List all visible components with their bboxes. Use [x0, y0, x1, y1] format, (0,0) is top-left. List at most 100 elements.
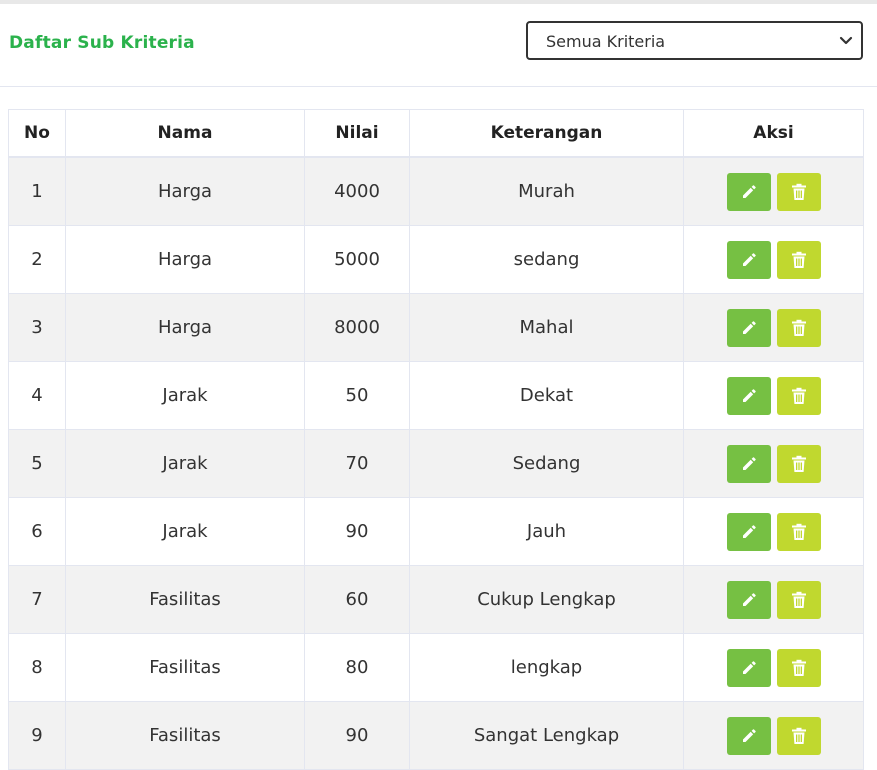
cell-keterangan: sedang [409, 225, 684, 294]
cell-nilai: 50 [304, 361, 410, 430]
delete-button[interactable] [776, 444, 821, 483]
column-header-nama: Nama [65, 109, 305, 158]
trash-icon [791, 183, 806, 200]
cell-aksi [683, 293, 864, 362]
cell-no: 2 [8, 225, 66, 294]
cell-nama: Jarak [65, 497, 305, 566]
delete-button[interactable] [776, 308, 821, 347]
trash-icon [791, 455, 806, 472]
cell-nilai: 70 [304, 429, 410, 498]
delete-button[interactable] [776, 716, 821, 755]
cell-nama: Fasilitas [65, 701, 305, 770]
cell-nilai: 4000 [304, 156, 410, 226]
trash-icon [791, 727, 806, 744]
sub-kriteria-table: No Nama Nilai Keterangan Aksi 1 Harga 4000… [8, 109, 864, 770]
cell-nilai: 90 [304, 497, 410, 566]
table-header-row: No Nama Nilai Keterangan Aksi [8, 109, 864, 158]
cell-keterangan: Sedang [409, 429, 684, 498]
table-row: 3 Harga 8000 Mahal [8, 293, 864, 362]
cell-no: 3 [8, 293, 66, 362]
table-row: 4 Jarak 50 Dekat [8, 361, 864, 430]
pencil-icon [742, 524, 756, 538]
pencil-icon [742, 388, 756, 402]
edit-button[interactable] [726, 240, 771, 279]
pencil-icon [742, 252, 756, 266]
trash-icon [791, 591, 806, 608]
cell-no: 9 [8, 701, 66, 770]
cell-nama: Jarak [65, 361, 305, 430]
cell-keterangan: Cukup Lengkap [409, 565, 684, 634]
cell-aksi [683, 361, 864, 430]
cell-nama: Harga [65, 225, 305, 294]
kriteria-filter-select[interactable]: Semua Kriteria [526, 21, 863, 60]
column-header-no: No [8, 109, 66, 158]
cell-no: 7 [8, 565, 66, 634]
kriteria-filter-value: Semua Kriteria [546, 32, 666, 51]
delete-button[interactable] [776, 512, 821, 551]
edit-button[interactable] [726, 444, 771, 483]
page-title: Daftar Sub Kriteria [9, 33, 195, 53]
table-row: 8 Fasilitas 80 lengkap [8, 633, 864, 702]
edit-button[interactable] [726, 376, 771, 415]
cell-nilai: 90 [304, 701, 410, 770]
table-row: 9 Fasilitas 90 Sangat Lengkap [8, 701, 864, 770]
trash-icon [791, 387, 806, 404]
card-header: Daftar Sub Kriteria Semua Kriteria [0, 4, 877, 87]
column-header-aksi: Aksi [683, 109, 864, 158]
table-row: 1 Harga 4000 Murah [8, 156, 864, 226]
column-header-keterangan: Keterangan [409, 109, 684, 158]
edit-button[interactable] [726, 716, 771, 755]
cell-keterangan: Dekat [409, 361, 684, 430]
delete-button[interactable] [776, 172, 821, 211]
trash-icon [791, 523, 806, 540]
pencil-icon [742, 592, 756, 606]
pencil-icon [742, 456, 756, 470]
delete-button[interactable] [776, 376, 821, 415]
table-body: 1 Harga 4000 Murah 2 Harga 5000 sedang 3 Harga 800… [8, 156, 864, 770]
pencil-icon [742, 184, 756, 198]
trash-icon [791, 659, 806, 676]
cell-nilai: 60 [304, 565, 410, 634]
edit-button[interactable] [726, 308, 771, 347]
cell-nilai: 5000 [304, 225, 410, 294]
pencil-icon [742, 660, 756, 674]
table-row: 7 Fasilitas 60 Cukup Lengkap [8, 565, 864, 634]
edit-button[interactable] [726, 172, 771, 211]
cell-aksi [683, 701, 864, 770]
cell-keterangan: Jauh [409, 497, 684, 566]
edit-button[interactable] [726, 580, 771, 619]
cell-keterangan: lengkap [409, 633, 684, 702]
edit-button[interactable] [726, 512, 771, 551]
cell-keterangan: Murah [409, 156, 684, 226]
cell-aksi [683, 156, 864, 226]
table-row: 6 Jarak 90 Jauh [8, 497, 864, 566]
table-row: 2 Harga 5000 sedang [8, 225, 864, 294]
delete-button[interactable] [776, 240, 821, 279]
cell-no: 4 [8, 361, 66, 430]
cell-aksi [683, 225, 864, 294]
cell-keterangan: Sangat Lengkap [409, 701, 684, 770]
cell-aksi [683, 429, 864, 498]
pencil-icon [742, 320, 756, 334]
trash-icon [791, 319, 806, 336]
trash-icon [791, 251, 806, 268]
table-row: 5 Jarak 70 Sedang [8, 429, 864, 498]
edit-button[interactable] [726, 648, 771, 687]
cell-aksi [683, 633, 864, 702]
cell-nama: Fasilitas [65, 565, 305, 634]
cell-no: 6 [8, 497, 66, 566]
cell-keterangan: Mahal [409, 293, 684, 362]
cell-nama: Jarak [65, 429, 305, 498]
pencil-icon [742, 728, 756, 742]
cell-nama: Fasilitas [65, 633, 305, 702]
column-header-nilai: Nilai [304, 109, 410, 158]
cell-nama: Harga [65, 293, 305, 362]
cell-nama: Harga [65, 156, 305, 226]
cell-aksi [683, 497, 864, 566]
delete-button[interactable] [776, 580, 821, 619]
delete-button[interactable] [776, 648, 821, 687]
chevron-down-icon [839, 36, 853, 45]
cell-no: 5 [8, 429, 66, 498]
cell-nilai: 80 [304, 633, 410, 702]
cell-no: 1 [8, 156, 66, 226]
